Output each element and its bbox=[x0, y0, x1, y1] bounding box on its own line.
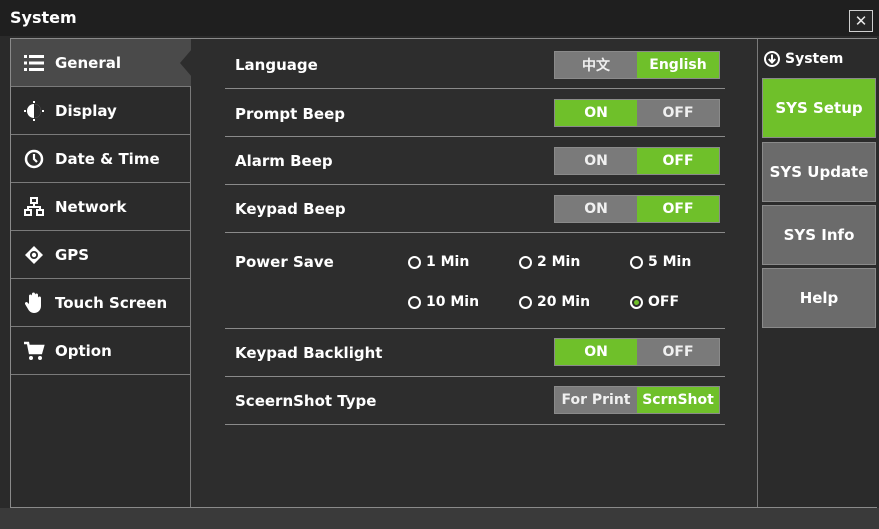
sidebar-item-label: Touch Screen bbox=[55, 293, 168, 312]
sys-update-button[interactable]: SYS Update bbox=[762, 142, 876, 202]
hand-icon bbox=[23, 292, 45, 314]
screenshot-type-row: SceernShot Type For Print ScrnShot bbox=[225, 377, 725, 425]
radio-label: 10 Min bbox=[426, 294, 480, 310]
sidebar-item-label: Option bbox=[55, 341, 112, 360]
window-title: System bbox=[10, 8, 77, 27]
sidebar-item-label: General bbox=[55, 53, 121, 72]
prompt-beep-label: Prompt Beep bbox=[235, 105, 345, 123]
sidebar-item-label: GPS bbox=[55, 245, 90, 264]
power-save-1min-radio[interactable]: 1 Min bbox=[408, 254, 469, 270]
system-panel-title: System bbox=[785, 51, 844, 67]
sidebar-item-display[interactable]: Display bbox=[11, 87, 191, 135]
brightness-icon bbox=[23, 100, 45, 122]
close-button[interactable]: ✕ bbox=[849, 10, 873, 32]
screenshot-type-label: SceernShot Type bbox=[235, 392, 377, 410]
keypad-backlight-toggle: ON OFF bbox=[554, 338, 720, 366]
language-row: Language 中文 English bbox=[225, 39, 725, 89]
system-panel-header: System bbox=[764, 51, 843, 67]
sidebar-item-label: Date & Time bbox=[55, 149, 160, 168]
prompt-beep-toggle: ON OFF bbox=[554, 99, 720, 127]
language-chinese-button[interactable]: 中文 bbox=[555, 52, 637, 78]
prompt-beep-off-button[interactable]: OFF bbox=[637, 100, 719, 126]
radio-circle bbox=[408, 295, 421, 309]
help-button[interactable]: Help bbox=[762, 268, 876, 328]
radio-label: OFF bbox=[648, 294, 680, 310]
radio-circle bbox=[519, 295, 532, 309]
language-english-button[interactable]: English bbox=[637, 52, 719, 78]
language-label: Language bbox=[235, 56, 318, 74]
screenshot-scrnshot-button[interactable]: ScrnShot bbox=[637, 387, 719, 413]
keypad-beep-label: Keypad Beep bbox=[235, 200, 346, 218]
prompt-beep-on-button[interactable]: ON bbox=[555, 100, 637, 126]
sidebar-item-date-time[interactable]: Date & Time bbox=[11, 135, 191, 183]
screenshot-for-print-button[interactable]: For Print bbox=[555, 387, 637, 413]
active-pointer bbox=[180, 49, 192, 77]
list-icon bbox=[23, 52, 45, 74]
cart-icon bbox=[23, 340, 45, 362]
power-save-10min-radio[interactable]: 10 Min bbox=[408, 294, 479, 310]
screenshot-type-toggle: For Print ScrnShot bbox=[554, 386, 720, 414]
power-save-row: Power Save 1 Min 2 Min 5 Min 10 Min 20 M… bbox=[225, 233, 725, 329]
bottom-bezel bbox=[0, 508, 879, 529]
alarm-beep-toggle: ON OFF bbox=[554, 147, 720, 175]
alarm-beep-off-button[interactable]: OFF bbox=[637, 148, 719, 174]
power-save-5min-radio[interactable]: 5 Min bbox=[630, 254, 691, 270]
radio-circle bbox=[519, 255, 532, 269]
keypad-beep-row: Keypad Beep ON OFF bbox=[225, 185, 725, 233]
keypad-backlight-label: Keypad Backlight bbox=[235, 344, 383, 362]
alarm-beep-label: Alarm Beep bbox=[235, 152, 333, 170]
radio-label: 2 Min bbox=[537, 254, 581, 270]
power-save-20min-radio[interactable]: 20 Min bbox=[519, 294, 590, 310]
power-save-off-radio[interactable]: OFF bbox=[630, 294, 679, 310]
keypad-beep-off-button[interactable]: OFF bbox=[637, 196, 719, 222]
title-bar: System ✕ bbox=[0, 0, 879, 36]
language-toggle: 中文 English bbox=[554, 51, 720, 79]
sidebar: General Display Date & Time Network GPS … bbox=[11, 39, 192, 507]
settings-window: General Display Date & Time Network GPS … bbox=[10, 38, 877, 508]
power-save-label: Power Save bbox=[235, 253, 334, 271]
sys-setup-button[interactable]: SYS Setup bbox=[762, 78, 876, 138]
keypad-backlight-row: Keypad Backlight ON OFF bbox=[225, 329, 725, 377]
network-icon bbox=[23, 196, 45, 218]
radio-label: 1 Min bbox=[426, 254, 470, 270]
radio-circle-selected bbox=[630, 295, 643, 309]
system-panel: System SYS Setup SYS Update SYS Info Hel… bbox=[757, 39, 877, 507]
clock-icon bbox=[23, 148, 45, 170]
alarm-beep-row: Alarm Beep ON OFF bbox=[225, 137, 725, 185]
sys-info-button[interactable]: SYS Info bbox=[762, 205, 876, 265]
keypad-backlight-off-button[interactable]: OFF bbox=[637, 339, 719, 365]
radio-label: 5 Min bbox=[648, 254, 692, 270]
circle-down-arrow-icon bbox=[764, 51, 780, 67]
sidebar-item-option[interactable]: Option bbox=[11, 327, 191, 375]
sidebar-item-network[interactable]: Network bbox=[11, 183, 191, 231]
radio-label: 20 Min bbox=[537, 294, 591, 310]
sidebar-item-label: Display bbox=[55, 101, 117, 120]
radio-circle bbox=[630, 255, 643, 269]
sidebar-item-general[interactable]: General bbox=[11, 39, 192, 87]
gps-icon bbox=[23, 244, 45, 266]
sidebar-item-gps[interactable]: GPS bbox=[11, 231, 191, 279]
keypad-backlight-on-button[interactable]: ON bbox=[555, 339, 637, 365]
radio-circle bbox=[408, 255, 421, 269]
power-save-2min-radio[interactable]: 2 Min bbox=[519, 254, 580, 270]
sidebar-item-label: Network bbox=[55, 197, 127, 216]
prompt-beep-row: Prompt Beep ON OFF bbox=[225, 89, 725, 137]
keypad-beep-on-button[interactable]: ON bbox=[555, 196, 637, 222]
keypad-beep-toggle: ON OFF bbox=[554, 195, 720, 223]
alarm-beep-on-button[interactable]: ON bbox=[555, 148, 637, 174]
sidebar-item-touch-screen[interactable]: Touch Screen bbox=[11, 279, 191, 327]
